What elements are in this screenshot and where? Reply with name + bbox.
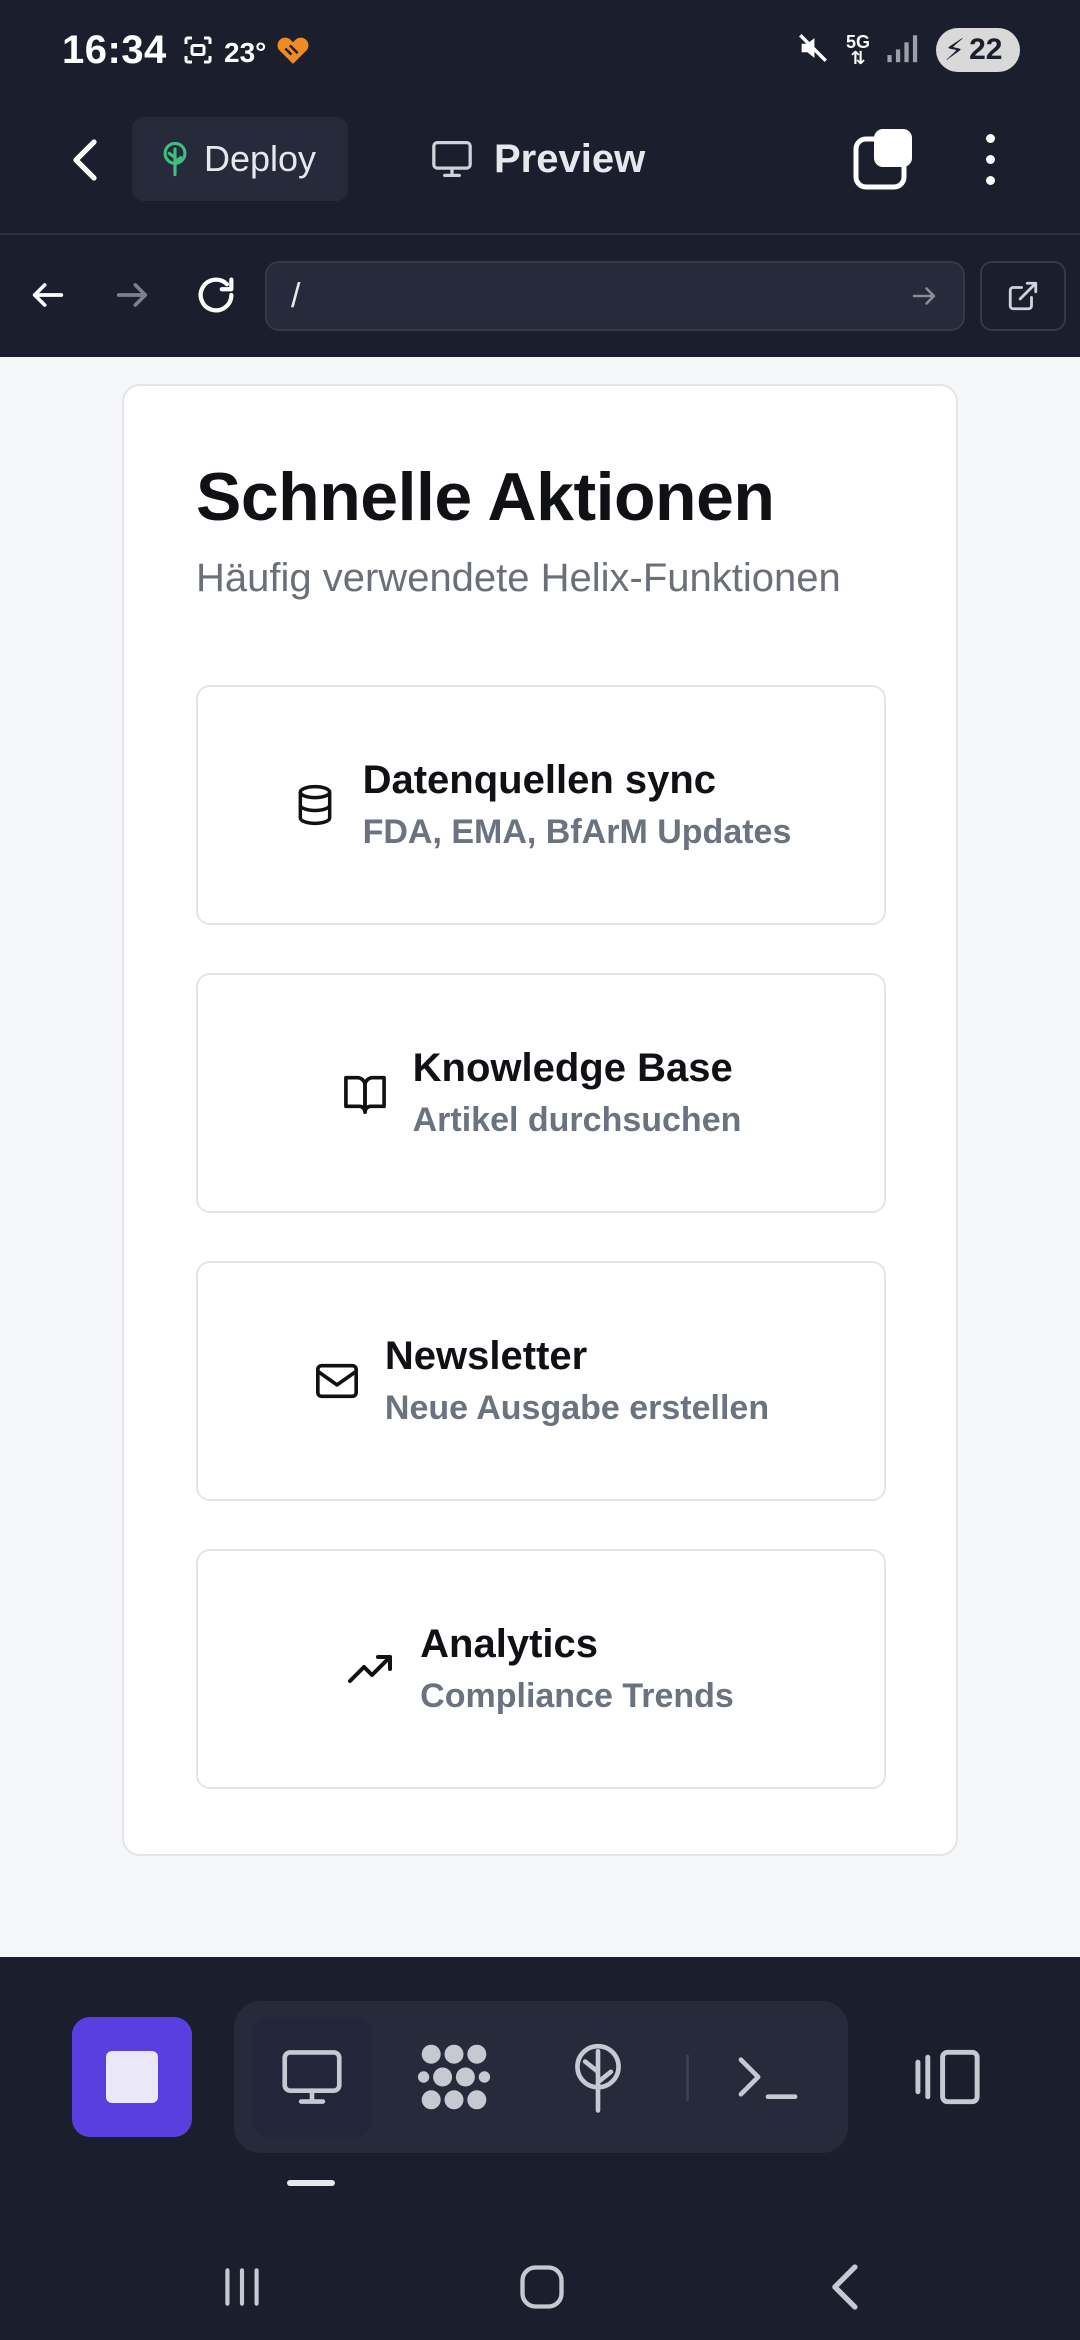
more-options-button[interactable] xyxy=(968,127,1012,191)
mail-icon xyxy=(313,1357,361,1405)
tool-integrations[interactable] xyxy=(394,2017,514,2137)
system-home-button[interactable] xyxy=(502,2247,582,2327)
preview-content: Schnelle Aktionen Häufig verwendete Heli… xyxy=(0,357,1080,1957)
more-vertical-icon xyxy=(985,133,995,143)
status-right-icons: 5G ⇅ ⚡ 22 xyxy=(796,28,1020,72)
network-type: 5G xyxy=(845,32,870,52)
status-bar: 16:34 23° 5G ⇅ ⚡ 22 xyxy=(0,0,1080,105)
nav-back-button[interactable] xyxy=(20,267,76,323)
open-external-button[interactable] xyxy=(980,261,1066,331)
action-description: Artikel durchsuchen xyxy=(412,1101,742,1139)
active-tab-indicator xyxy=(287,2180,335,2186)
reload-button[interactable] xyxy=(188,267,244,323)
action-newsletter[interactable]: Newsletter Neue Ausgabe erstellen xyxy=(196,1261,886,1501)
browser-nav-bar: / xyxy=(0,237,1080,357)
action-text: Knowledge Base Artikel durchsuchen xyxy=(413,1046,742,1140)
action-text: Datenquellen sync FDA, EMA, BfArM Update… xyxy=(363,758,792,852)
reload-icon xyxy=(198,277,234,313)
action-description: FDA, EMA, BfArM Updates xyxy=(362,813,792,851)
tool-terminal[interactable] xyxy=(708,2017,828,2137)
action-description: Compliance Trends xyxy=(420,1677,734,1715)
deploy-label: Deploy xyxy=(204,138,317,179)
preview-label: Preview xyxy=(494,136,646,181)
bottom-toolbar xyxy=(0,1957,1080,2340)
tabs-icon xyxy=(853,129,912,190)
home-icon xyxy=(520,2265,564,2309)
signal-icon xyxy=(886,32,920,69)
tabs-button[interactable] xyxy=(852,127,916,191)
screenshot-icon xyxy=(180,32,216,73)
card-title: Schnelle Aktionen xyxy=(196,459,775,535)
action-title: Newsletter xyxy=(384,1334,588,1378)
terminal-icon xyxy=(738,2057,798,2100)
status-left-icons: 23° xyxy=(180,32,312,73)
stop-icon xyxy=(106,2051,158,2103)
card-subtitle: Häufig verwendete Helix-Funktionen xyxy=(196,556,841,600)
action-title: Datenquellen sync xyxy=(362,758,717,802)
deploy-button[interactable]: Deploy xyxy=(132,117,348,201)
charging-icon: ⚡ xyxy=(944,33,966,67)
tool-group xyxy=(234,2001,848,2153)
action-data-sources-sync[interactable]: Datenquellen sync FDA, EMA, BfArM Update… xyxy=(196,685,886,925)
trending-up-icon xyxy=(348,1645,396,1693)
tool-preview[interactable] xyxy=(252,2017,372,2137)
nav-forward-button[interactable] xyxy=(104,267,160,323)
deploy-icon xyxy=(575,2043,621,2113)
panel-toggle-icon xyxy=(915,2049,980,2105)
status-time: 16:34 xyxy=(62,28,167,72)
mute-icon xyxy=(796,31,830,70)
chevron-left-icon xyxy=(832,2264,858,2310)
app-bar: Deploy Preview xyxy=(0,105,1080,235)
tool-separator xyxy=(686,2055,689,2101)
monitor-icon xyxy=(432,141,472,177)
system-back-button[interactable] xyxy=(806,2247,886,2327)
url-go-button[interactable] xyxy=(909,281,939,311)
recents-icon xyxy=(225,2268,259,2306)
arrow-right-icon xyxy=(116,283,148,307)
url-value: / xyxy=(291,276,301,315)
url-input[interactable]: / xyxy=(265,261,965,331)
action-title: Knowledge Base xyxy=(412,1046,733,1090)
action-knowledge-base[interactable]: Knowledge Base Artikel durchsuchen xyxy=(196,973,886,1213)
book-open-icon xyxy=(341,1069,389,1117)
preview-tab[interactable]: Preview xyxy=(430,117,645,201)
action-description: Neue Ausgabe erstellen xyxy=(384,1389,770,1427)
system-recents-button[interactable] xyxy=(202,2247,282,2327)
integrations-icon xyxy=(417,2044,491,2110)
weather-heart-icon xyxy=(274,33,312,72)
arrow-right-icon xyxy=(912,287,936,305)
back-button[interactable] xyxy=(58,132,114,188)
stop-button[interactable] xyxy=(72,2017,192,2137)
chevron-left-icon xyxy=(73,139,97,181)
action-text: Newsletter Neue Ausgabe erstellen xyxy=(385,1334,769,1428)
network-label: 5G ⇅ xyxy=(845,32,870,68)
tool-deploy[interactable] xyxy=(538,2017,658,2137)
toggle-panel-button[interactable] xyxy=(890,2017,1010,2137)
status-temperature: 23° xyxy=(224,36,267,68)
tree-icon xyxy=(163,141,187,177)
battery-level: 22 xyxy=(969,33,1003,66)
external-link-icon xyxy=(1008,281,1038,311)
action-analytics[interactable]: Analytics Compliance Trends xyxy=(196,1549,886,1789)
monitor-icon xyxy=(282,2050,342,2104)
quick-actions-card: Schnelle Aktionen Häufig verwendete Heli… xyxy=(122,384,958,1856)
database-icon xyxy=(291,781,339,829)
action-text: Analytics Compliance Trends xyxy=(420,1622,734,1716)
action-title: Analytics xyxy=(420,1622,599,1666)
battery-indicator: ⚡ 22 xyxy=(936,28,1020,72)
arrow-left-icon xyxy=(32,283,64,307)
